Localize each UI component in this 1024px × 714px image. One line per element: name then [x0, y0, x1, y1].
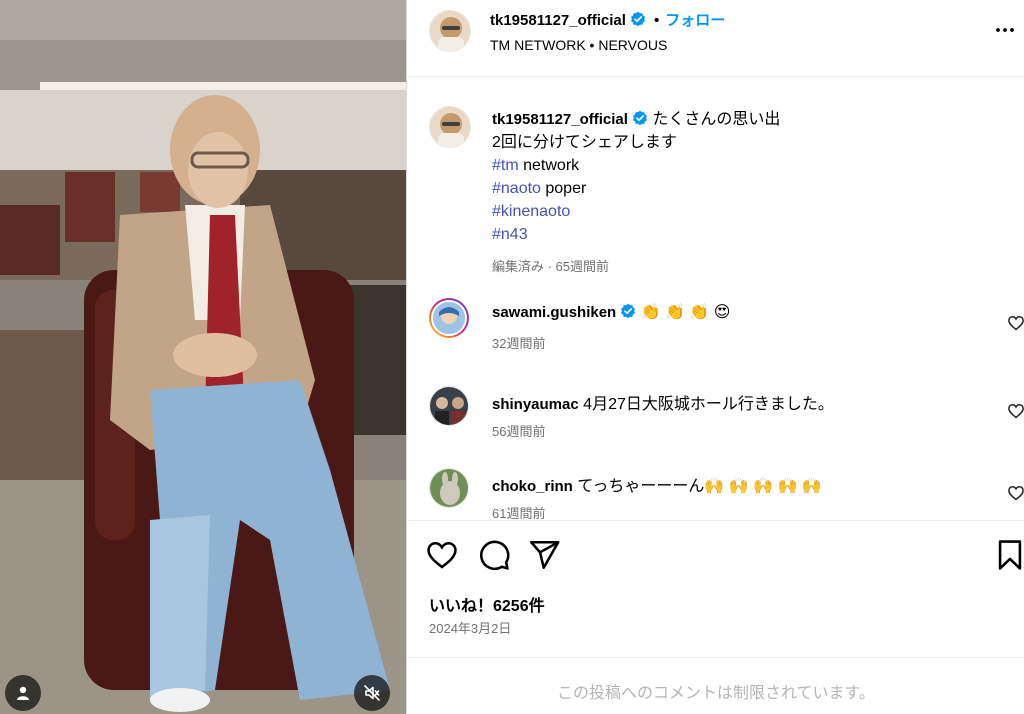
caption-author-avatar[interactable]: [429, 106, 471, 148]
post-media[interactable]: [0, 0, 406, 714]
comment-item: shinyaumac 4月27日大阪城ホール行きました。 56週間前: [407, 386, 1024, 456]
commenter-avatar[interactable]: [429, 298, 469, 338]
caption-text-line: 2回に分けてシェアします: [492, 134, 677, 151]
comment-item: sawami.gushiken 👏 👏 👏 😍 32週間前: [407, 298, 1024, 368]
likes-count[interactable]: いいね！6256件: [429, 592, 545, 616]
comment-text: 👏 👏 👏 😍: [640, 304, 731, 321]
post-location[interactable]: TM NETWORK • NERVOUS: [490, 37, 667, 53]
commenter-avatar-image: [430, 387, 468, 425]
caption-text-line: たくさんの思い出: [652, 111, 781, 128]
verified-badge-icon: [621, 303, 636, 319]
user-tag-icon: [17, 686, 29, 700]
comment-username[interactable]: choko_rinn: [492, 478, 573, 495]
comment-username[interactable]: sawami.gushiken: [492, 304, 616, 321]
comment-heart-icon[interactable]: [1007, 402, 1024, 420]
bookmark-icon[interactable]: [993, 538, 1024, 572]
author-username[interactable]: tk19581127_official: [490, 12, 626, 29]
verified-badge-icon: [630, 11, 645, 27]
verified-badge-icon: [632, 110, 647, 126]
post-date[interactable]: 2024年3月2日: [429, 618, 511, 637]
comment-time[interactable]: 61週間前: [492, 503, 545, 520]
comment-text: てっちゃーーーん🙌 🙌 🙌 🙌 🙌: [577, 478, 822, 495]
post-header: tk19581127_official • フォロー TM NETWORK • NE…: [407, 0, 1024, 77]
caption-username[interactable]: tk19581127_official: [492, 111, 628, 128]
header-separator: •: [653, 12, 660, 29]
hashtag-link[interactable]: #n43: [492, 226, 528, 243]
comment-item: choko_rinn てっちゃーーーん🙌 🙌 🙌 🙌 🙌 61週間前: [407, 468, 1024, 520]
comments-section[interactable]: tk19581127_official たくさんの思い出 2回に分けてシェアしま…: [407, 78, 1024, 520]
header-title-row: tk19581127_official • フォロー: [490, 9, 725, 30]
paper-plane-icon[interactable]: [527, 538, 561, 572]
commenter-avatar-image: [433, 302, 465, 334]
heart-icon[interactable]: [425, 538, 459, 572]
commenter-avatar[interactable]: [429, 386, 469, 426]
hashtag-link[interactable]: #naoto: [492, 180, 541, 197]
hashtag-link[interactable]: #tm: [492, 157, 519, 174]
author-avatar-image: [430, 11, 470, 51]
comment-bubble-icon[interactable]: [477, 538, 511, 572]
comments-restricted-notice: この投稿へのコメントは制限されています。: [407, 657, 1024, 714]
more-options-icon[interactable]: [993, 18, 1017, 42]
caption-text: network: [518, 157, 580, 174]
caption-meta: 編集済み · 65週間前: [492, 259, 610, 274]
post-side-panel: tk19581127_official • フォロー TM NETWORK • NE…: [406, 0, 1024, 714]
comment-heart-icon[interactable]: [1007, 314, 1024, 332]
commenter-avatar[interactable]: [429, 468, 469, 508]
comment-time[interactable]: 56週間前: [492, 421, 545, 440]
comment-heart-icon[interactable]: [1007, 484, 1024, 502]
caption-body: tk19581127_official たくさんの思い出 2回に分けてシェアしま…: [492, 108, 992, 278]
author-avatar[interactable]: [429, 10, 471, 52]
caption-avatar-image: [430, 107, 470, 147]
speaker-muted-icon: [364, 685, 380, 701]
post-photo: [0, 0, 406, 714]
comment-username[interactable]: shinyaumac: [492, 396, 579, 413]
comment-time[interactable]: 32週間前: [492, 333, 545, 352]
mute-button[interactable]: [354, 675, 390, 711]
user-tag-button[interactable]: [5, 675, 41, 711]
comment-text: 4月27日大阪城ホール行きました。: [583, 396, 834, 413]
hashtag-link[interactable]: #kinenaoto: [492, 203, 570, 220]
follow-button[interactable]: フォロー: [665, 12, 725, 29]
caption-text: poper: [540, 180, 587, 197]
post-actions: いいね！6256件 2024年3月2日: [407, 520, 1024, 657]
commenter-avatar-image: [430, 469, 468, 507]
